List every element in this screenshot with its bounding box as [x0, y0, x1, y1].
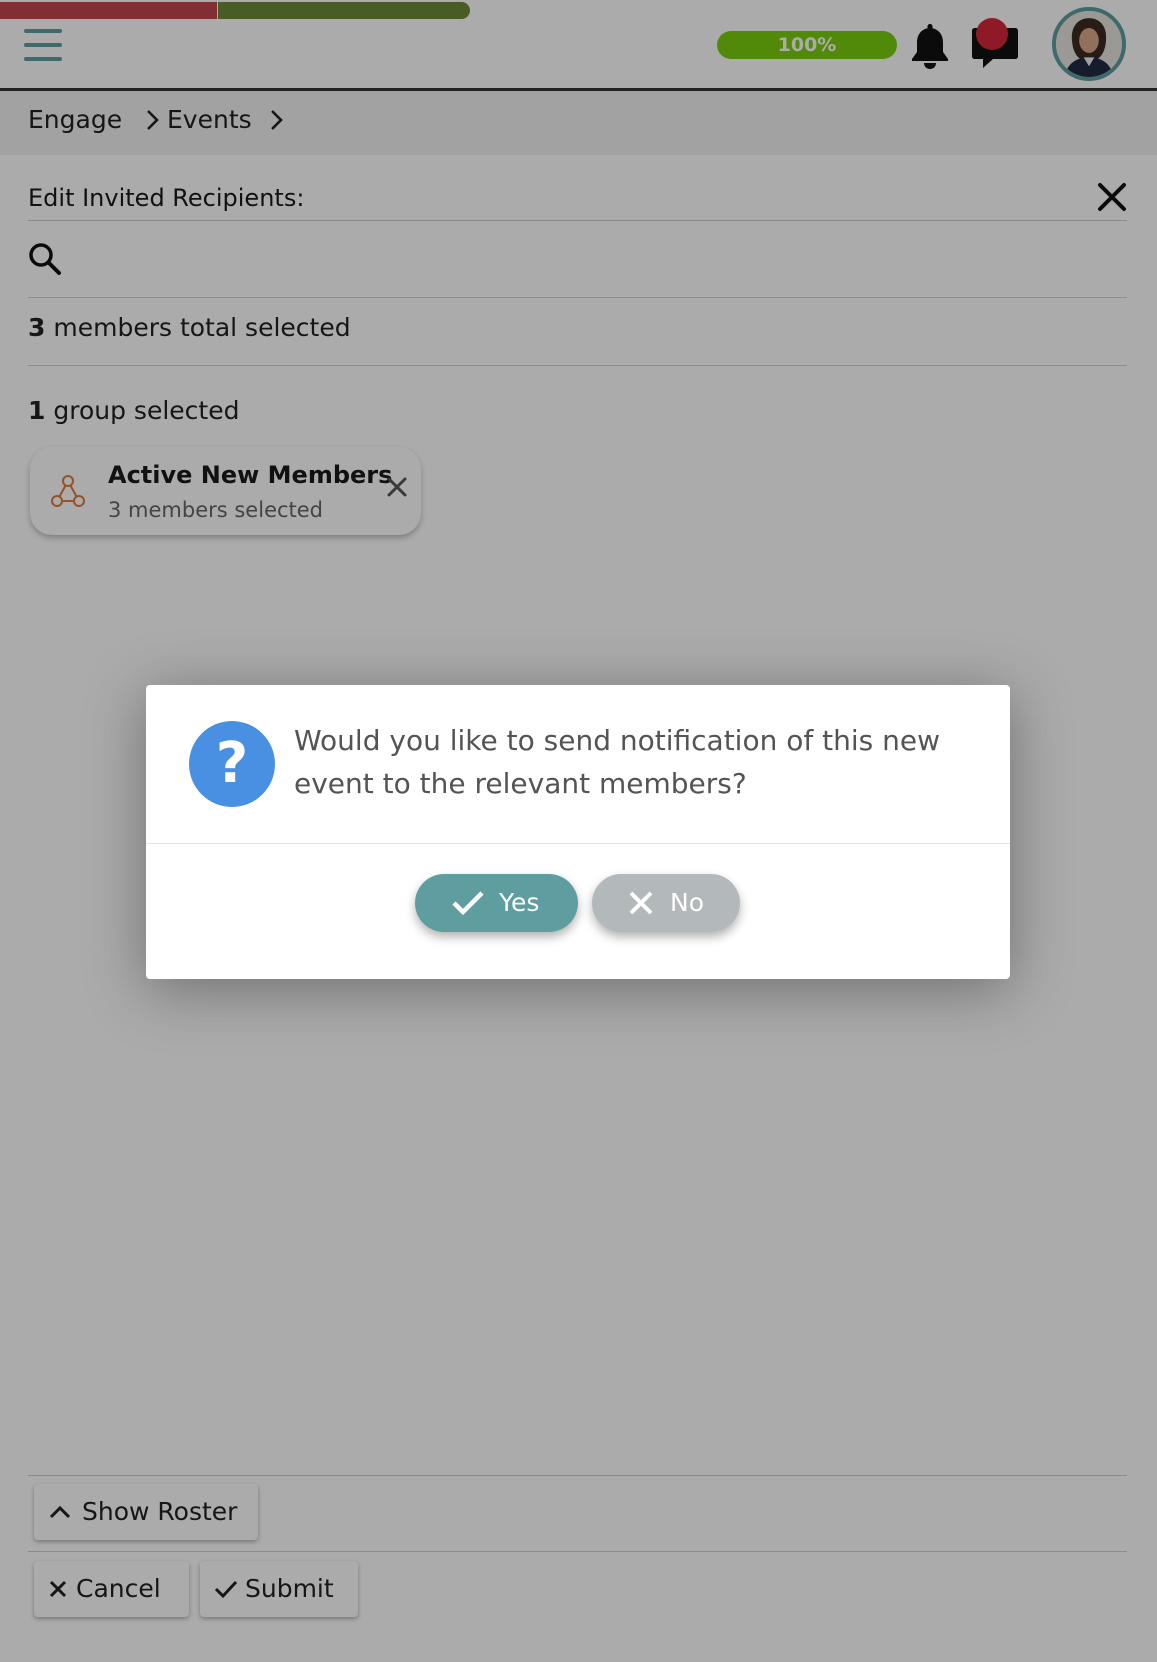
divider — [146, 843, 1010, 844]
yes-button[interactable]: Yes — [415, 874, 578, 932]
question-icon: ? — [189, 721, 275, 807]
no-label: No — [670, 888, 704, 917]
dialog-message: Would you like to send notification of t… — [294, 724, 940, 800]
yes-label: Yes — [499, 888, 540, 917]
confirm-dialog: ? Would you like to send notification of… — [146, 685, 1010, 979]
check-icon — [452, 891, 484, 916]
no-button[interactable]: No — [592, 874, 740, 932]
close-icon — [629, 891, 653, 915]
